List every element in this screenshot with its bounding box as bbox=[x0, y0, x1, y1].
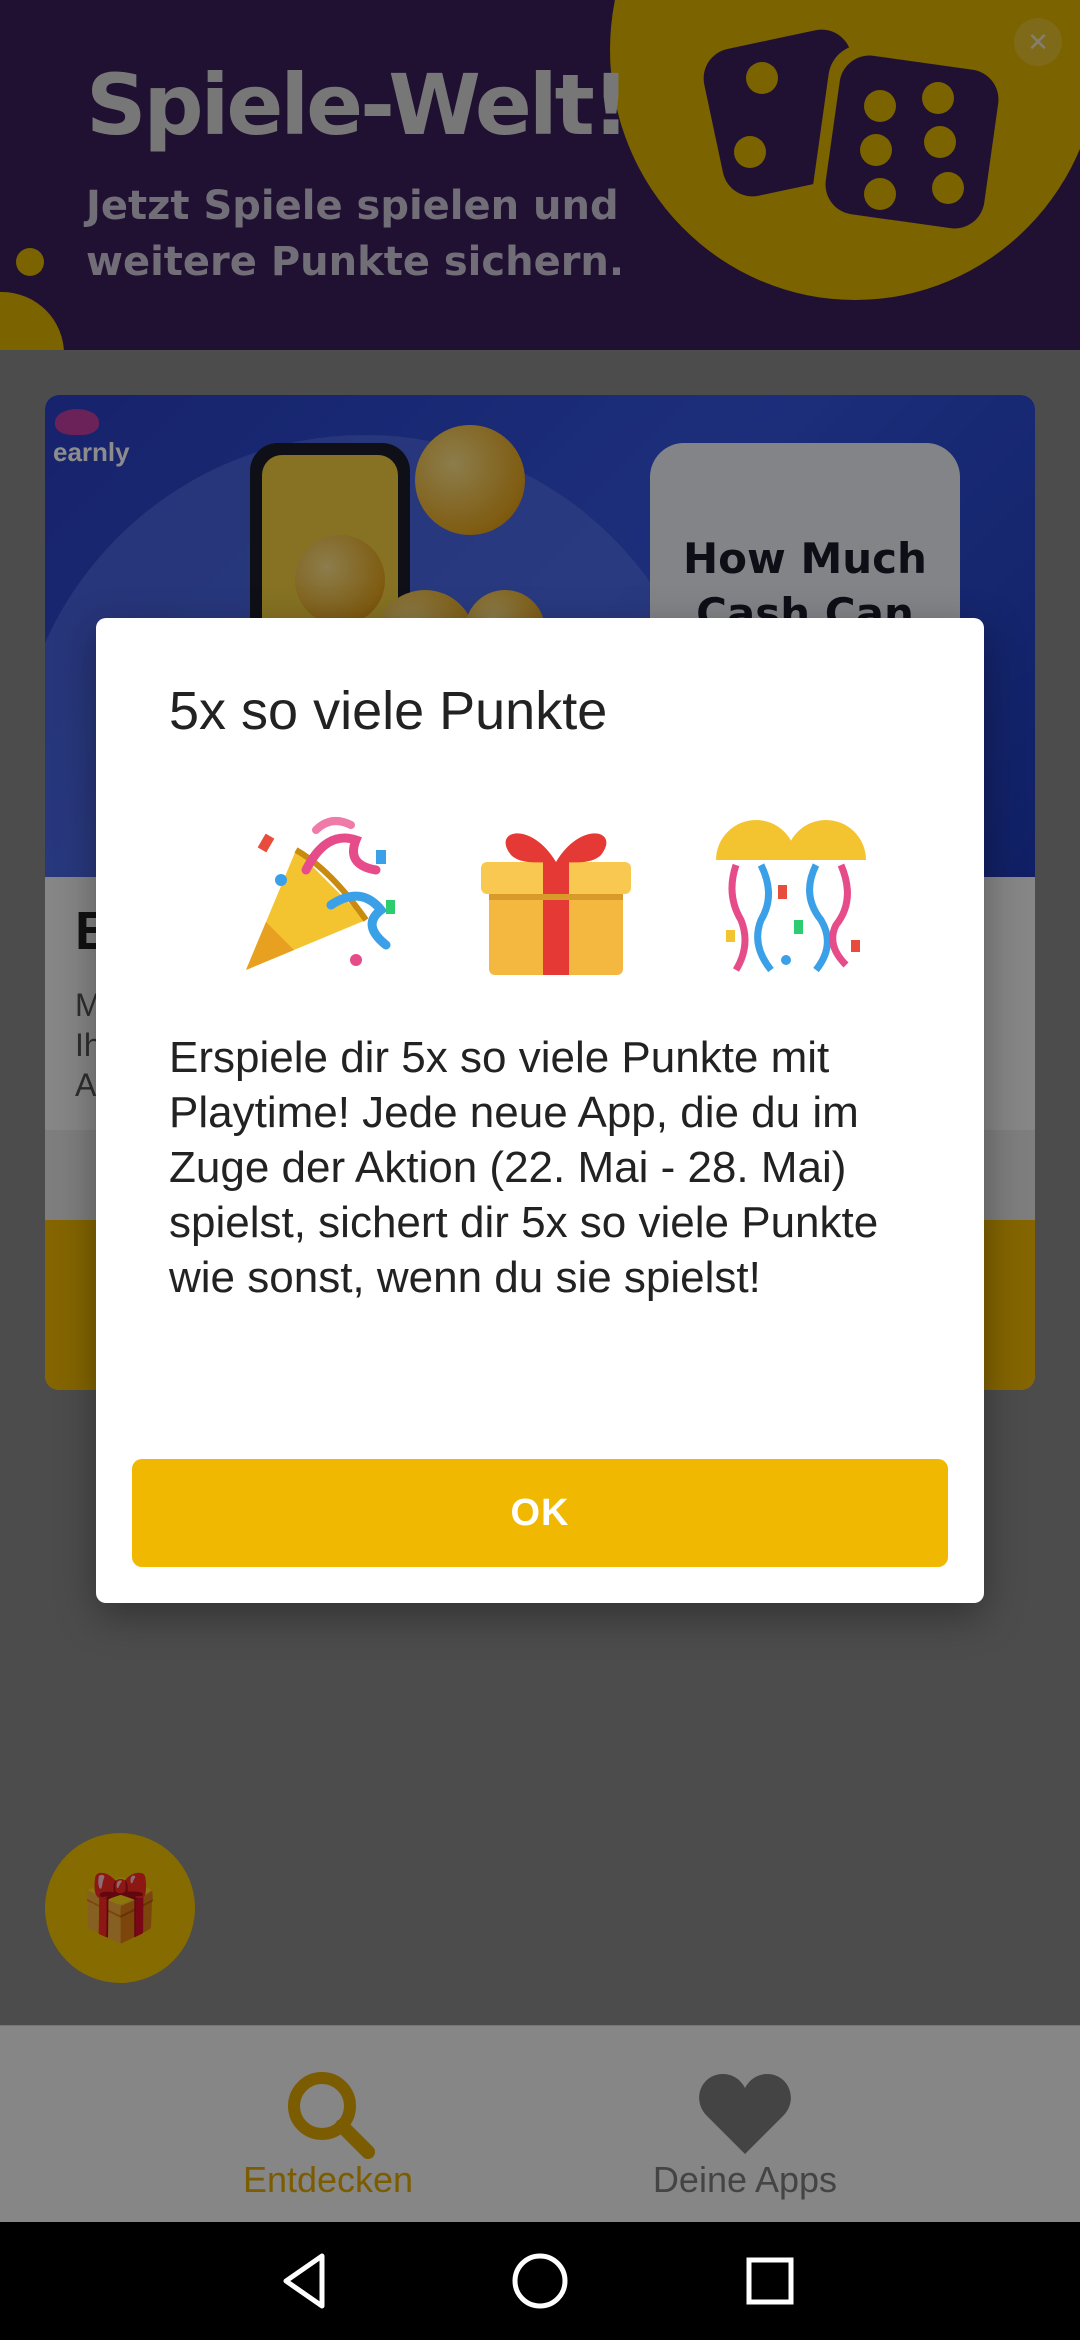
party-popper-icon bbox=[246, 817, 395, 970]
gift-icon bbox=[481, 833, 631, 975]
promo-dialog: 5x so viele Punkte Erspiele dir 5x so vi… bbox=[96, 618, 984, 1603]
back-icon[interactable] bbox=[272, 2246, 342, 2316]
recents-icon[interactable] bbox=[735, 2246, 805, 2316]
confetti-ball-icon bbox=[716, 820, 866, 973]
system-navigation-bar bbox=[0, 2222, 1080, 2340]
dialog-body-text: Erspiele dir 5x so viele Punkte mit Play… bbox=[169, 1033, 879, 1302]
home-icon[interactable] bbox=[505, 2246, 575, 2316]
ok-button[interactable]: OK bbox=[132, 1459, 948, 1567]
dialog-emoji-row bbox=[236, 810, 876, 980]
dialog-title: 5x so viele Punkte bbox=[169, 681, 608, 741]
